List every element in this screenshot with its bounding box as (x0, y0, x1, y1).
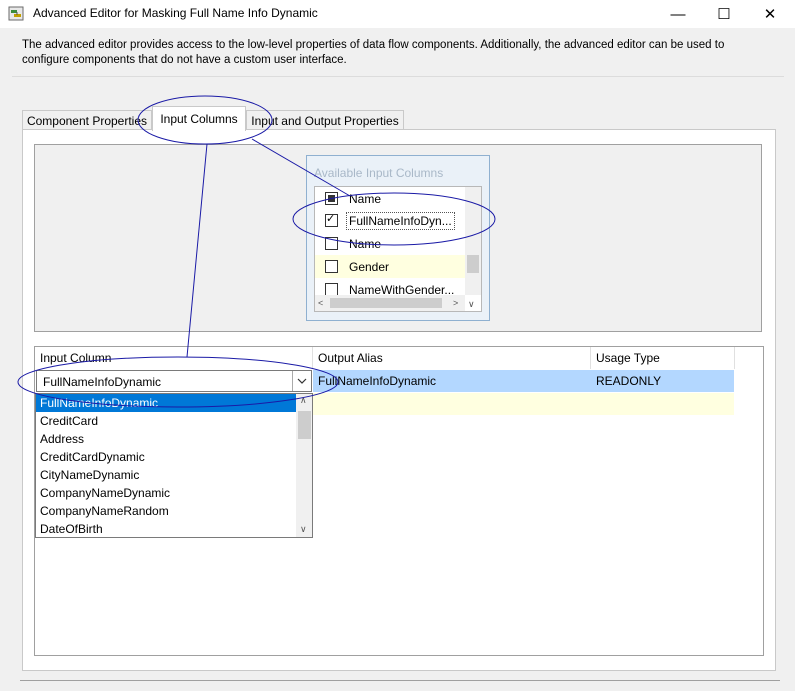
column-label: Name (349, 236, 382, 251)
dropdown-option[interactable]: CreditCard (36, 412, 297, 430)
minimize-button[interactable]: — (655, 0, 701, 28)
checkbox[interactable] (325, 192, 338, 205)
close-button[interactable]: ✕ (747, 0, 793, 28)
scroll-up-icon[interactable]: ∧ (300, 395, 307, 406)
list-item[interactable]: Name (315, 232, 465, 255)
dropdown-option[interactable]: CityNameDynamic (36, 466, 297, 484)
dropdown-option[interactable]: FullNameInfoDynamic (36, 394, 297, 412)
column-label: FullNameInfoDyn... (346, 211, 455, 230)
scrollbar-thumb[interactable] (330, 298, 442, 308)
combobox-value: FullNameInfoDynamic (43, 375, 162, 389)
input-column-dropdown-list[interactable]: FullNameInfoDynamic CreditCard Address C… (35, 393, 313, 538)
checkbox[interactable] (325, 237, 338, 250)
output-alias-cell[interactable]: FullNameInfoDynamic (313, 370, 591, 392)
scroll-down-icon[interactable]: ∨ (300, 524, 307, 535)
list-item[interactable]: Name (315, 187, 465, 210)
description-line-2: configure components that do not have a … (22, 54, 347, 66)
chevron-down-icon[interactable] (292, 371, 311, 391)
column-label: Name (349, 191, 382, 206)
header-output-alias[interactable]: Output Alias (313, 347, 591, 369)
editor-description: The advanced editor provides access to t… (22, 38, 782, 68)
dropdown-option[interactable]: Address (36, 430, 297, 448)
scrollbar-thumb[interactable] (298, 411, 311, 439)
dropdown-option[interactable]: DateOfBirth (36, 520, 297, 537)
header-usage-type[interactable]: Usage Type (591, 347, 735, 369)
input-column-combobox[interactable]: FullNameInfoDynamic (36, 370, 312, 392)
maximize-button[interactable]: ☐ (701, 0, 747, 28)
title-bar: Advanced Editor for Masking Full Name In… (0, 0, 795, 28)
checkbox[interactable] (325, 260, 338, 273)
divider (12, 76, 784, 77)
scroll-left-icon[interactable]: < (318, 298, 323, 308)
resize-grip-icon: ∨ (468, 299, 475, 309)
available-input-columns-title: Available Input Columns (314, 166, 444, 180)
scroll-right-icon[interactable]: > (453, 298, 458, 308)
column-label: Gender (349, 259, 390, 274)
usage-type-cell[interactable]: READONLY (591, 370, 734, 392)
checkbox[interactable] (325, 212, 338, 227)
list-item[interactable]: FullNameInfoDyn... (315, 209, 465, 232)
dropdown-option[interactable]: CompanyNameRandom (36, 502, 297, 520)
list-item[interactable]: Gender (315, 255, 465, 278)
window-title: Advanced Editor for Masking Full Name In… (33, 6, 318, 20)
scrollbar-thumb[interactable] (467, 255, 479, 273)
description-line-1: The advanced editor provides access to t… (22, 39, 725, 51)
dropdown-option[interactable]: CreditCardDynamic (36, 448, 297, 466)
header-input-column[interactable]: Input Column (35, 347, 313, 369)
available-columns-list[interactable]: Name FullNameInfoDyn... Name Gender Name… (314, 186, 482, 312)
vertical-scrollbar[interactable] (465, 187, 481, 295)
tab-input-output-properties[interactable]: Input and Output Properties (246, 110, 404, 130)
bottom-divider (20, 680, 780, 681)
tab-component-properties[interactable]: Component Properties (22, 110, 152, 130)
app-icon (8, 5, 26, 23)
new-row[interactable] (313, 393, 734, 415)
dropdown-option[interactable]: CompanyNameDynamic (36, 484, 297, 502)
tab-input-columns[interactable]: Input Columns (152, 106, 246, 131)
